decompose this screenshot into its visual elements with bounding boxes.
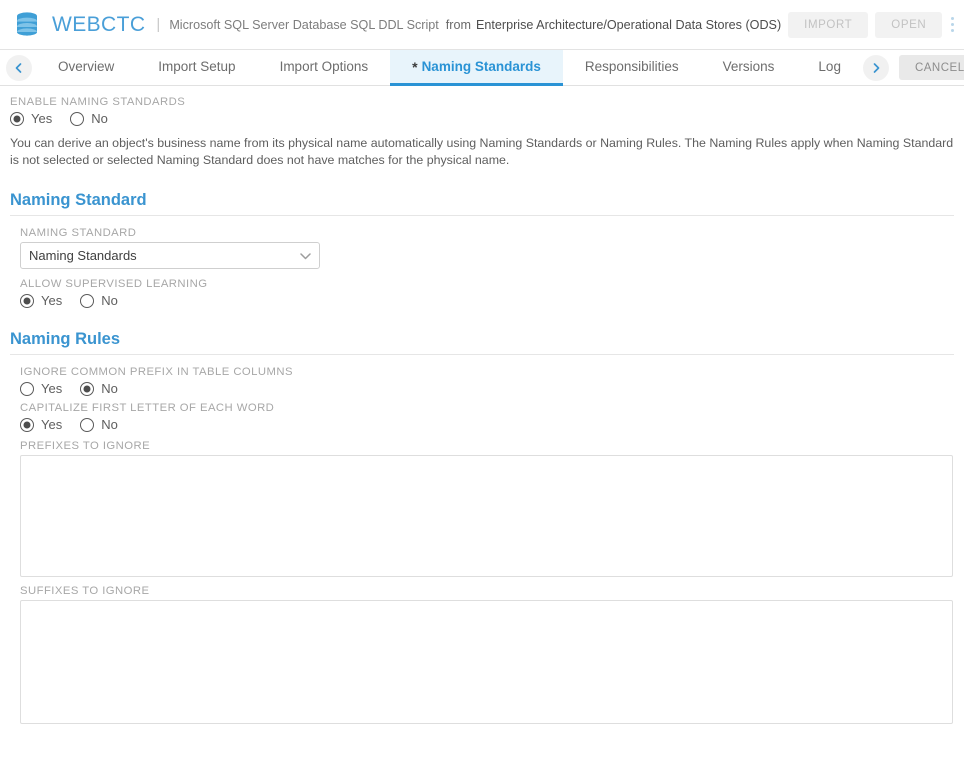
capitalize-first-letter-yes[interactable]: Yes [20,417,62,432]
tab-overview[interactable]: Overview [32,50,136,86]
section-divider [10,215,954,216]
enable-naming-standards-group: ENABLE NAMING STANDARDS Yes No [10,96,954,126]
modified-marker: * [412,60,417,74]
radio-label: No [101,417,118,432]
ignore-common-prefix-no[interactable]: No [80,381,118,396]
naming-rules-section-title: Naming Rules [10,330,954,349]
tab-bar: Overview Import Setup Import Options * N… [0,50,964,86]
section-divider [10,354,954,355]
tab-import-setup[interactable]: Import Setup [136,50,257,86]
radio-on-icon [20,418,34,432]
header-subtitle: Microsoft SQL Server Database SQL DDL Sc… [169,18,438,32]
tab-import-options[interactable]: Import Options [258,50,391,86]
open-button[interactable]: OPEN [875,12,942,38]
ignore-common-prefix-radios: Yes No [20,381,954,396]
main-content: ENABLE NAMING STANDARDS Yes No You can d… [0,86,964,764]
radio-off-icon [20,382,34,396]
tab-label: Import Setup [158,59,235,74]
radio-label: Yes [41,293,62,308]
ignore-common-prefix-label: IGNORE COMMON PREFIX IN TABLE COLUMNS [20,366,954,378]
database-icon [10,8,44,42]
header-from-word: from [446,18,471,32]
tab-label: Versions [723,59,775,74]
header-source-path: Enterprise Architecture/Operational Data… [476,18,781,32]
tab-label: Naming Standards [422,59,541,74]
tab-naming-standards[interactable]: * Naming Standards [390,50,563,86]
allow-supervised-learning-yes[interactable]: Yes [20,293,62,308]
allow-supervised-learning-no[interactable]: No [80,293,118,308]
naming-standard-select-label: NAMING STANDARD [20,227,954,239]
enable-naming-standards-label: ENABLE NAMING STANDARDS [10,96,954,108]
naming-standard-select-value: Naming Standards [20,242,320,269]
radio-off-icon [80,294,94,308]
radio-on-icon [20,294,34,308]
enable-naming-standards-no[interactable]: No [70,111,108,126]
allow-supervised-learning-label: ALLOW SUPERVISED LEARNING [20,278,954,290]
tab-label: Import Options [280,59,369,74]
cancel-button[interactable]: CANCEL [899,55,964,80]
radio-on-icon [10,112,24,126]
tab-versions[interactable]: Versions [701,50,797,86]
enable-naming-standards-radios: Yes No [10,111,954,126]
tab-label: Responsibilities [585,59,679,74]
tab-bar-actions: CANCEL SAVE [889,50,964,85]
radio-off-icon [80,418,94,432]
tab-log[interactable]: Log [796,50,863,86]
radio-label: No [101,293,118,308]
prefixes-to-ignore-input[interactable] [20,455,953,577]
enable-naming-standards-yes[interactable]: Yes [10,111,52,126]
radio-on-icon [80,382,94,396]
naming-standard-section-title: Naming Standard [10,191,954,210]
radio-label: No [91,111,108,126]
radio-label: Yes [31,111,52,126]
capitalize-first-letter-radios: Yes No [20,417,954,432]
naming-standard-select[interactable]: Naming Standards [20,242,320,269]
brand-title: WEBCTC [52,13,145,37]
radio-label: No [101,381,118,396]
import-button[interactable]: IMPORT [788,12,868,38]
capitalize-first-letter-label: CAPITALIZE FIRST LETTER OF EACH WORD [20,402,954,414]
capitalize-first-letter-no[interactable]: No [80,417,118,432]
suffixes-to-ignore-label: SUFFIXES TO IGNORE [20,585,954,597]
ignore-common-prefix-yes[interactable]: Yes [20,381,62,396]
radio-label: Yes [41,417,62,432]
allow-supervised-learning-radios: Yes No [20,293,954,308]
naming-standard-section-body: NAMING STANDARD Naming Standards ALLOW S… [10,227,954,308]
suffixes-to-ignore-input[interactable] [20,600,953,724]
tab-responsibilities[interactable]: Responsibilities [563,50,701,86]
more-vertical-icon[interactable] [948,10,956,40]
header-separator: | [156,16,160,33]
radio-off-icon [70,112,84,126]
chevron-right-icon[interactable] [863,55,889,81]
description-text: You can derive an object's business name… [10,135,954,169]
radio-label: Yes [41,381,62,396]
chevron-left-icon[interactable] [6,55,32,81]
app-header: WEBCTC | Microsoft SQL Server Database S… [0,0,964,50]
prefixes-to-ignore-label: PREFIXES TO IGNORE [20,440,954,452]
tab-label: Log [818,59,841,74]
tab-label: Overview [58,59,114,74]
naming-rules-section-body: IGNORE COMMON PREFIX IN TABLE COLUMNS Ye… [10,366,954,724]
